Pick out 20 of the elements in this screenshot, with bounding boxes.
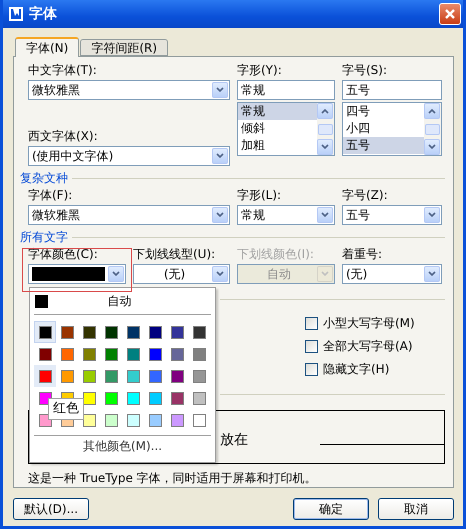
font-description: 这是一种 TrueType 字体，同时适用于屏幕和打印机。: [28, 470, 318, 488]
field-label: 字形(Y):: [237, 63, 283, 78]
field-label: 着重号:: [342, 247, 384, 262]
field-label: 字号(S):: [342, 63, 388, 78]
field-label: 字体颜色(C):: [28, 247, 99, 262]
field-label: 字形(L):: [237, 188, 282, 203]
tooltip: 红色: [48, 398, 84, 420]
group-heading: 复杂文种: [20, 170, 68, 186]
field-label: 中文字体(T):: [28, 63, 98, 78]
field-label: 字号(Z):: [342, 188, 389, 203]
checkbox-label: 隐藏文字(H): [323, 360, 390, 378]
checkbox-label: 全部大写字母(A): [323, 338, 413, 355]
field-label: 字体(F):: [28, 188, 74, 203]
field-label: 西文字体(X):: [28, 129, 99, 144]
checkbox-label: 小型大写字母(M): [323, 314, 415, 332]
group-heading: 所有文字: [20, 228, 68, 246]
window-title: 字体: [29, 5, 58, 23]
field-label: 下划线线型(U):: [133, 247, 216, 262]
preview-text: 放在: [220, 431, 249, 450]
field-label: 下划线颜色(I):: [237, 247, 315, 262]
